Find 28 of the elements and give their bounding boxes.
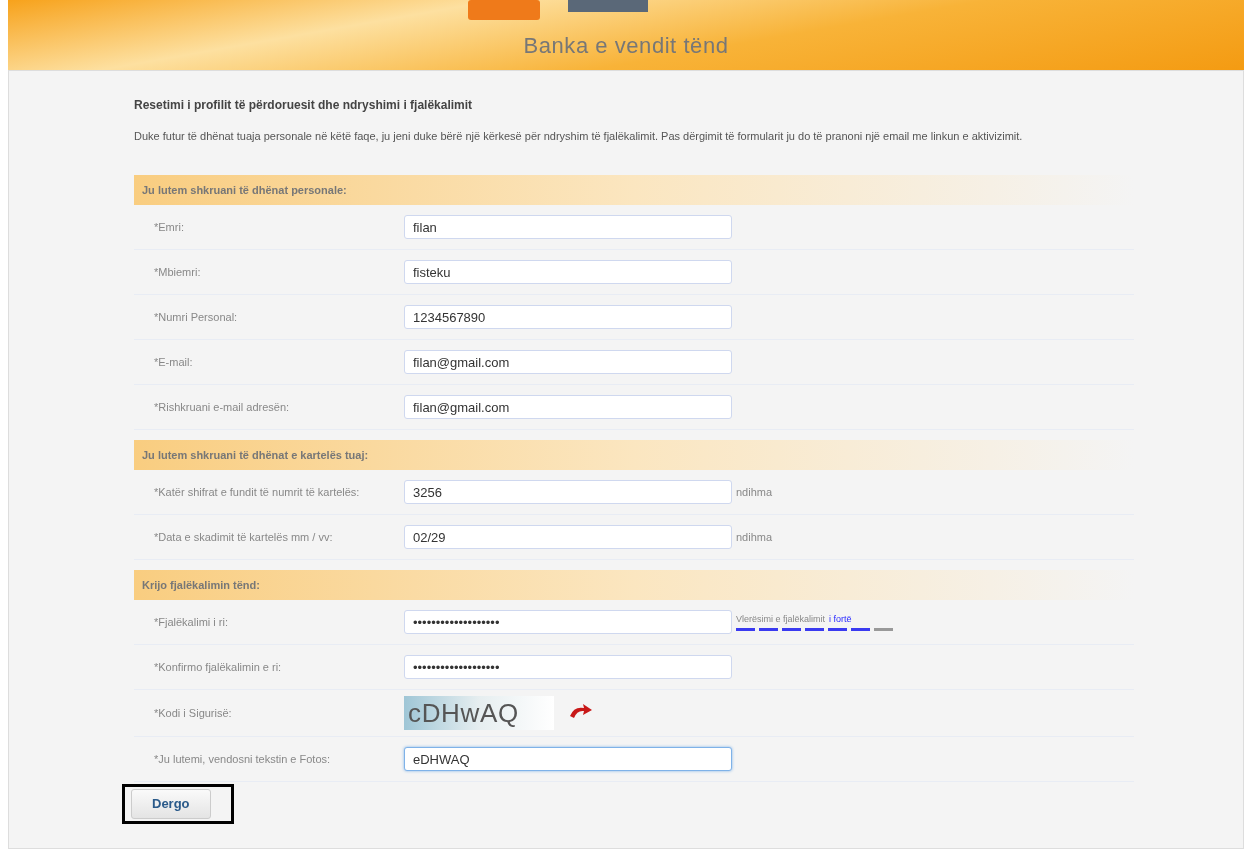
field-label: *Ju lutemi, vendosni tekstin e Fotos:	[154, 752, 332, 767]
submit-button[interactable]: Dergo	[131, 789, 211, 819]
input-field[interactable]: •••••••••••••••••••	[404, 610, 732, 634]
field-label: *Konfirmo fjalëkalimin e ri:	[154, 660, 283, 675]
captcha-image: cDHwAQ	[404, 696, 554, 730]
field-label: *Numri Personal:	[154, 310, 239, 325]
input-field[interactable]: filan@gmail.com	[404, 350, 732, 374]
field-label: *Data e skadimit të kartelës mm / vv:	[154, 530, 334, 545]
page-title: Resetimi i profilit të përdoruesit dhe ndryshimi i fjalëkalimit	[134, 97, 474, 114]
input-field[interactable]: filan@gmail.com	[404, 395, 732, 419]
strength-label: Vlerësimi e fjalëkalimit	[736, 613, 826, 627]
field-label: *Mbiemri:	[154, 265, 202, 280]
input-field[interactable]: 1234567890	[404, 305, 732, 329]
input-field[interactable]: filan	[404, 215, 732, 239]
input-field[interactable]: fisteku	[404, 260, 732, 284]
strength-value: i fortë	[829, 613, 852, 627]
tagline: Banka e vendit tënd	[523, 32, 729, 60]
field-label: *E-mail:	[154, 355, 194, 370]
field-label: *Emri:	[154, 220, 185, 235]
intro-text: Duke futur të dhënat tuaja personale në këtë faqe, ju jeni duke bërë një kërkesë për ndryshim të fjalëkalimit. Pas dërgimit të formularit ju do të pranoni një email me linkun e aktivizimit.	[134, 130, 1024, 143]
field-label: *Katër shifrat e fundit të numrit të kartelës:	[154, 485, 361, 500]
input-field[interactable]: •••••••••••••••••••	[404, 655, 732, 679]
field-label: *Kodi i Sigurisë:	[154, 706, 233, 721]
field-label: *Rishkruani e-mail adresën:	[154, 400, 291, 415]
field-label: *Fjalëkalimi i ri:	[154, 615, 229, 630]
input-field[interactable]: eDHWAQ	[404, 747, 732, 771]
input-field[interactable]: 02/29	[404, 525, 732, 549]
input-field[interactable]: 3256	[404, 480, 732, 504]
